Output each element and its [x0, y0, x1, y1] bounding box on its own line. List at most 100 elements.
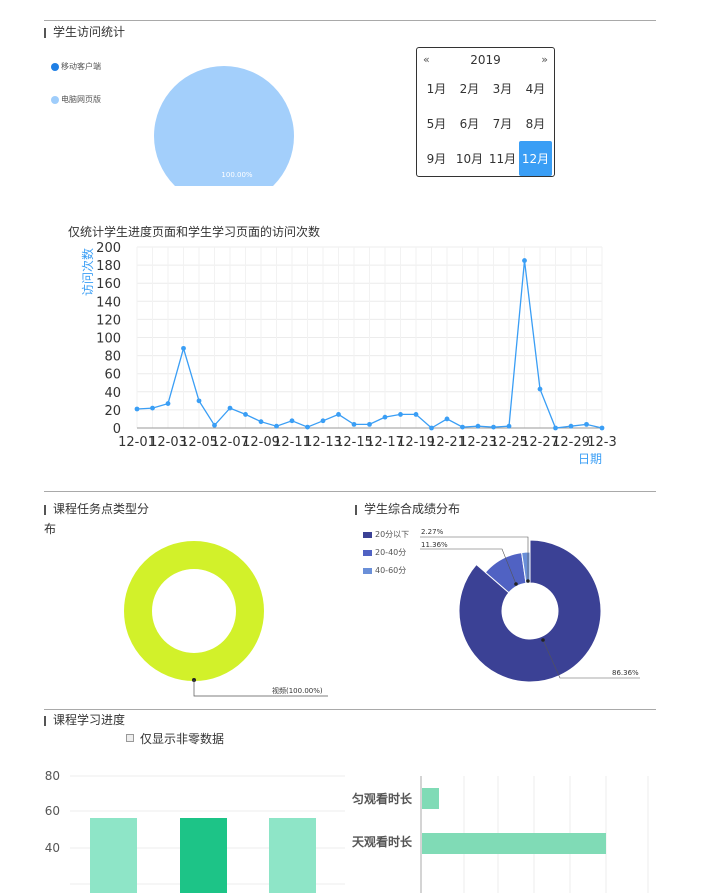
- line-chart-y-label: 访问次数: [80, 248, 95, 296]
- pie-slice-pc[interactable]: [154, 66, 294, 186]
- month-10[interactable]: 10月: [453, 141, 486, 176]
- month-9[interactable]: 9月: [420, 141, 453, 176]
- data-point-12-13[interactable]: [320, 418, 326, 424]
- pie-slice-label: 100.00%: [221, 171, 252, 179]
- y-tick-140: 140: [96, 295, 121, 310]
- score-legend-below20[interactable]: 20分以下: [363, 529, 409, 540]
- legend-item-mobile[interactable]: 移动客户端: [51, 61, 101, 72]
- calendar-year: 2019: [470, 53, 501, 67]
- watch-time-hbar-chart: 匀观看时长 天观看时长: [352, 776, 649, 893]
- legend-pc-label: 电脑网页版: [61, 95, 101, 104]
- data-point-12-17[interactable]: [382, 414, 388, 420]
- nonzero-only-label[interactable]: 仅显示非零数据: [140, 730, 224, 747]
- x-tick-12-31: 12-3: [587, 435, 617, 450]
- line-chart-x-label: 日期: [578, 452, 602, 466]
- progress-section-title: 课程学习进度: [44, 713, 125, 728]
- hbar-avg[interactable]: [422, 788, 439, 809]
- y-tick-200: 200: [96, 241, 121, 256]
- progress-bar-2[interactable]: [180, 818, 227, 893]
- label-marker-11: [514, 582, 518, 586]
- data-point-12-09[interactable]: [258, 419, 264, 425]
- score-legend-20-40[interactable]: 20-40分: [363, 547, 406, 558]
- hbar-label-avg: 匀观看时长: [352, 791, 413, 806]
- data-point-12-21[interactable]: [444, 416, 450, 422]
- line-chart-x-ticks: 12-0112-0312-0512-0712-0912-1112-1312-15…: [118, 435, 617, 450]
- data-point-12-02[interactable]: [150, 405, 155, 411]
- progress-bar-1[interactable]: [90, 818, 137, 893]
- data-point-12-28[interactable]: [553, 425, 558, 431]
- legend-20-40-label: 20-40分: [375, 548, 407, 557]
- month-1[interactable]: 1月: [420, 71, 453, 106]
- score-legend-40-60[interactable]: 40-60分: [363, 565, 406, 576]
- bar-ytick-60: 60: [45, 804, 60, 818]
- hbar-day[interactable]: [422, 833, 606, 854]
- legend-40-60-swatch-icon: [363, 567, 372, 574]
- month-8[interactable]: 8月: [519, 106, 552, 141]
- task-types-ring-chart: 视频(100.00%): [124, 541, 328, 697]
- legend-item-pc[interactable]: 电脑网页版: [51, 94, 101, 105]
- task-types-title-line1: 课程任务点类型分: [53, 502, 150, 516]
- data-point-12-05[interactable]: [196, 398, 202, 404]
- line-chart-y-ticks: 020406080100120140160180200: [96, 241, 121, 437]
- data-point-12-08[interactable]: [243, 412, 248, 417]
- task-types-title-wrap: 布: [44, 522, 57, 536]
- calendar-next-button[interactable]: »: [541, 53, 548, 66]
- data-point-12-24[interactable]: [491, 424, 496, 430]
- data-point-12-25[interactable]: [506, 423, 512, 429]
- middle-divider: [44, 491, 656, 492]
- legend-20-40-swatch-icon: [363, 549, 372, 556]
- data-point-12-15[interactable]: [351, 421, 357, 427]
- data-point-12-06[interactable]: [212, 422, 217, 428]
- data-point-12-01[interactable]: [134, 406, 140, 412]
- data-point-12-20[interactable]: [429, 425, 434, 431]
- data-point-12-10[interactable]: [274, 423, 279, 429]
- y-tick-180: 180: [96, 259, 121, 274]
- data-point-12-22[interactable]: [460, 424, 465, 430]
- visits-section-title: 学生访问统计: [44, 25, 125, 40]
- line-chart-grid: [136, 246, 603, 429]
- donut-label-86: 86.36%: [612, 669, 639, 677]
- bottom-divider: [44, 709, 656, 710]
- visits-line-chart: 020406080100120140160180200 12-0112-0312…: [80, 241, 617, 466]
- ring-slice-label: 视频(100.00%): [272, 686, 323, 695]
- ring-slice-video[interactable]: [124, 541, 264, 681]
- y-tick-100: 100: [96, 332, 121, 347]
- month-3[interactable]: 3月: [486, 71, 519, 106]
- legend-mobile-dot-icon: [51, 62, 59, 71]
- month-4[interactable]: 4月: [519, 71, 552, 106]
- nonzero-only-checkbox[interactable]: [126, 734, 134, 742]
- legend-40-60-label: 40-60分: [375, 566, 407, 575]
- data-point-12-11[interactable]: [289, 418, 295, 424]
- data-point-12-03[interactable]: [165, 401, 171, 406]
- label-marker-2: [526, 579, 530, 583]
- data-point-12-19[interactable]: [413, 412, 419, 417]
- progress-bar-3[interactable]: [269, 818, 316, 893]
- data-point-12-30[interactable]: [584, 421, 589, 427]
- data-point-12-12[interactable]: [305, 424, 310, 430]
- month-6[interactable]: 6月: [453, 106, 486, 141]
- data-point-12-14[interactable]: [336, 412, 341, 417]
- donut-slices: [458, 539, 602, 683]
- month-7[interactable]: 7月: [486, 106, 519, 141]
- month-12-selected[interactable]: 12月: [519, 141, 552, 176]
- month-5[interactable]: 5月: [420, 106, 453, 141]
- data-point-12-07[interactable]: [227, 405, 233, 411]
- month-2[interactable]: 2月: [453, 71, 486, 106]
- data-point-12-04[interactable]: [181, 345, 186, 351]
- month-11[interactable]: 11月: [486, 141, 519, 176]
- bar-ytick-80: 80: [45, 769, 60, 783]
- data-point-12-26[interactable]: [522, 258, 527, 263]
- x-tick-12-29: 12-29: [552, 435, 590, 450]
- visits-pie-chart: 100.00%: [154, 66, 294, 186]
- legend-pc-dot-icon: [51, 95, 59, 104]
- data-point-12-31[interactable]: [599, 425, 605, 431]
- data-point-12-18[interactable]: [398, 412, 403, 417]
- data-point-12-29[interactable]: [568, 423, 574, 429]
- data-point-12-27[interactable]: [537, 386, 543, 392]
- data-point-12-23[interactable]: [475, 423, 481, 429]
- bar-ytick-40: 40: [45, 841, 60, 855]
- task-types-title: 课程任务点类型分: [44, 502, 173, 517]
- hbar-label-day: 天观看时长: [352, 834, 413, 849]
- y-tick-20: 20: [104, 404, 121, 419]
- data-point-12-16[interactable]: [367, 421, 372, 427]
